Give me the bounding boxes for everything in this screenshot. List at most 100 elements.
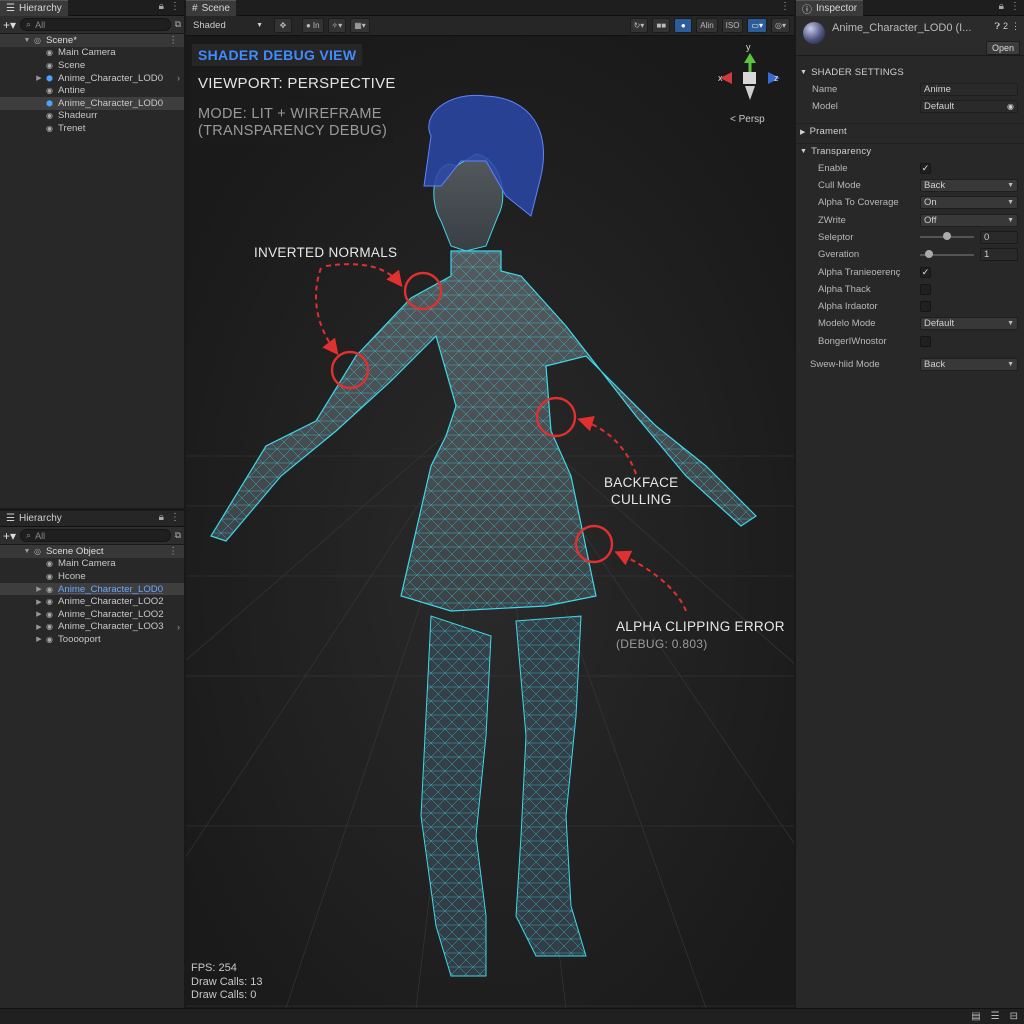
tree-row[interactable]: ▶ ⬢ Anime_Character_LOD0 ›: [0, 72, 184, 85]
tree-row[interactable]: ◉ Main Camera: [0, 47, 184, 60]
model-field[interactable]: Default ◉: [920, 100, 1018, 114]
tree-row[interactable]: ▶ ◉ Tooooport: [0, 633, 184, 646]
notification-icon[interactable]: ⊟: [1010, 1011, 1018, 1022]
alpha-transparency-checkbox[interactable]: ✓: [920, 266, 931, 278]
expand-arrow-icon[interactable]: ▶: [34, 623, 44, 631]
search-input[interactable]: ⌕ All: [20, 529, 171, 542]
chevron-right-icon[interactable]: ›: [177, 622, 180, 632]
tree-row[interactable]: ◉ Main Camera: [0, 558, 184, 571]
tab-hierarchy[interactable]: ☰ Hierarchy: [0, 0, 68, 16]
expand-arrow-icon[interactable]: ▶: [34, 585, 44, 593]
tree-row[interactable]: ◉ Shadeurr: [0, 110, 184, 123]
gveration-slider[interactable]: [920, 249, 974, 258]
mode-line-1: MODE: LIT + WIREFRAME: [198, 106, 382, 122]
slider-knob[interactable]: [943, 232, 951, 241]
filter-icon[interactable]: ⧉: [175, 530, 181, 541]
name-field[interactable]: Anime: [920, 83, 1018, 97]
expand-arrow-icon[interactable]: ▶: [34, 74, 44, 82]
alpha-thack-checkbox[interactable]: [920, 283, 931, 295]
bonger-checkbox[interactable]: [920, 335, 931, 347]
alpha-clipping-label: ALPHA CLIPPING ERROR: [616, 619, 785, 634]
gizmo-center-cube[interactable]: [743, 72, 756, 84]
scene-viewport[interactable]: SHADER DEBUG VIEW VIEWPORT: PERSPECTIVE …: [186, 36, 794, 1008]
progress-icon[interactable]: ▤: [971, 1011, 980, 1022]
expand-arrow-icon[interactable]: ▼: [22, 548, 32, 555]
lock-icon[interactable]: 🔒︎: [159, 512, 164, 523]
gveration-value-field[interactable]: 1: [980, 248, 1018, 262]
chevron-right-icon[interactable]: ›: [177, 73, 180, 83]
cull-mode-dropdown[interactable]: Back ▼: [920, 179, 1018, 193]
scene-view-button[interactable]: ▭▾: [747, 18, 767, 33]
tree-row[interactable]: ◉ Scene: [0, 59, 184, 72]
rotate-button[interactable]: ↻▾: [629, 18, 649, 33]
tree-row[interactable]: ▶ ◉ Anime_Character_LOO2: [0, 608, 184, 621]
lighting-label: In: [312, 21, 320, 30]
help-icon[interactable]: ❓︎: [995, 21, 1000, 32]
tab-label: Scene: [201, 2, 230, 14]
search-input[interactable]: ⌕ All: [20, 18, 171, 31]
kebab-menu-icon[interactable]: ⋮: [780, 1, 790, 12]
modelo-mode-dropdown[interactable]: Default ▼: [920, 317, 1018, 331]
prop-alpha-transparency: Alpha Tranieoerenç ✓: [796, 263, 1024, 280]
seleptor-slider[interactable]: [920, 232, 974, 241]
list-icon: ☰: [6, 2, 15, 14]
expand-arrow-icon[interactable]: ▼: [22, 37, 32, 44]
iso-button[interactable]: ISO: [721, 18, 744, 33]
transparency-header[interactable]: ▼ Transparency: [796, 142, 1024, 160]
slider-knob[interactable]: [924, 249, 933, 258]
swew-mode-dropdown[interactable]: Back ▼: [920, 358, 1018, 371]
tab-scene[interactable]: # Scene: [186, 0, 236, 16]
tree-row-scene[interactable]: ▼ ◎ Scene* ⋮: [0, 34, 184, 47]
tab-hierarchy-2[interactable]: ☰ Hierarchy: [0, 513, 68, 524]
alpha-to-coverage-dropdown[interactable]: On ▼: [920, 196, 1018, 210]
filter-icon[interactable]: ⧉: [175, 19, 181, 30]
add-button[interactable]: +▾: [3, 529, 16, 543]
light-toggle-button[interactable]: ●: [674, 18, 693, 33]
tree-row-selected[interactable]: ▶ ◉ Anime_Character_LOD0: [0, 582, 184, 596]
kebab-menu-icon[interactable]: ⋮: [170, 512, 180, 523]
kebab-menu-icon[interactable]: ⋮: [1010, 1, 1020, 12]
object-picker-icon[interactable]: ◉: [1007, 102, 1014, 111]
tree-row-selected[interactable]: ⬢ Anime_Character_LOD0: [0, 96, 184, 110]
tree-row[interactable]: ▶ ◉ Anime_Character_LOO2: [0, 595, 184, 608]
tree-row[interactable]: ◉ Trenet: [0, 122, 184, 135]
tree-row[interactable]: ◉ Hcone: [0, 570, 184, 583]
alpha-irdaotor-checkbox[interactable]: [920, 301, 931, 313]
move-icon: ✥: [279, 21, 287, 30]
shader-settings-header[interactable]: ▼ SHADER SETTINGS: [796, 64, 1024, 81]
kebab-menu-icon[interactable]: ⋮: [170, 1, 180, 12]
tab-inspector[interactable]: ⓘ Inspector: [796, 0, 864, 16]
add-button[interactable]: +▾: [3, 18, 16, 32]
seleptor-value-field[interactable]: 0: [980, 230, 1018, 244]
zwrite-dropdown[interactable]: Off ▼: [920, 213, 1018, 227]
2d-toggle-button[interactable]: Alin: [696, 18, 718, 33]
enable-checkbox[interactable]: ✓: [920, 162, 931, 174]
persp-label[interactable]: < Persp: [730, 114, 765, 125]
tree-row[interactable]: ▶ ◉ Anime_Character_LOO3 ›: [0, 621, 184, 634]
tree-row-scene[interactable]: ▼ ◎ Scene Object ⋮: [0, 545, 184, 558]
move-tool-button[interactable]: ✥: [274, 18, 292, 33]
lock-icon[interactable]: 🔒︎: [999, 1, 1004, 12]
prefab-icon: ◉: [46, 597, 53, 607]
expand-arrow-icon[interactable]: ▶: [34, 598, 44, 606]
camera-button[interactable]: ■■: [652, 18, 671, 33]
lighting-button[interactable]: ● In: [302, 18, 324, 33]
effects-button[interactable]: ✧▾: [327, 18, 347, 33]
field-value: Anime: [924, 84, 951, 96]
kebab-menu-icon[interactable]: ⋮: [168, 546, 178, 557]
visibility-button[interactable]: ▦▾: [350, 18, 370, 33]
gizmos-button[interactable]: ◎▾: [771, 18, 790, 33]
database-icon[interactable]: ☰: [991, 1011, 1000, 1022]
expand-arrow-icon[interactable]: ▶: [34, 610, 44, 618]
kebab-menu-icon[interactable]: ⋮: [168, 35, 178, 46]
tree-row[interactable]: ◉ Antine: [0, 84, 184, 97]
lock-icon[interactable]: 🔒︎: [159, 1, 164, 12]
prament-header[interactable]: ▶ Prament: [796, 122, 1024, 140]
expand-arrow-icon[interactable]: ▶: [34, 635, 44, 643]
prop-label: Cull Mode: [818, 180, 861, 192]
kebab-menu-icon[interactable]: ⋮: [1011, 21, 1020, 32]
shading-mode-value: Shaded: [193, 20, 226, 31]
shading-mode-dropdown[interactable]: Shaded ▼: [190, 18, 266, 33]
open-button[interactable]: Open: [985, 41, 1020, 55]
prop-label: ZWrite: [818, 214, 846, 226]
